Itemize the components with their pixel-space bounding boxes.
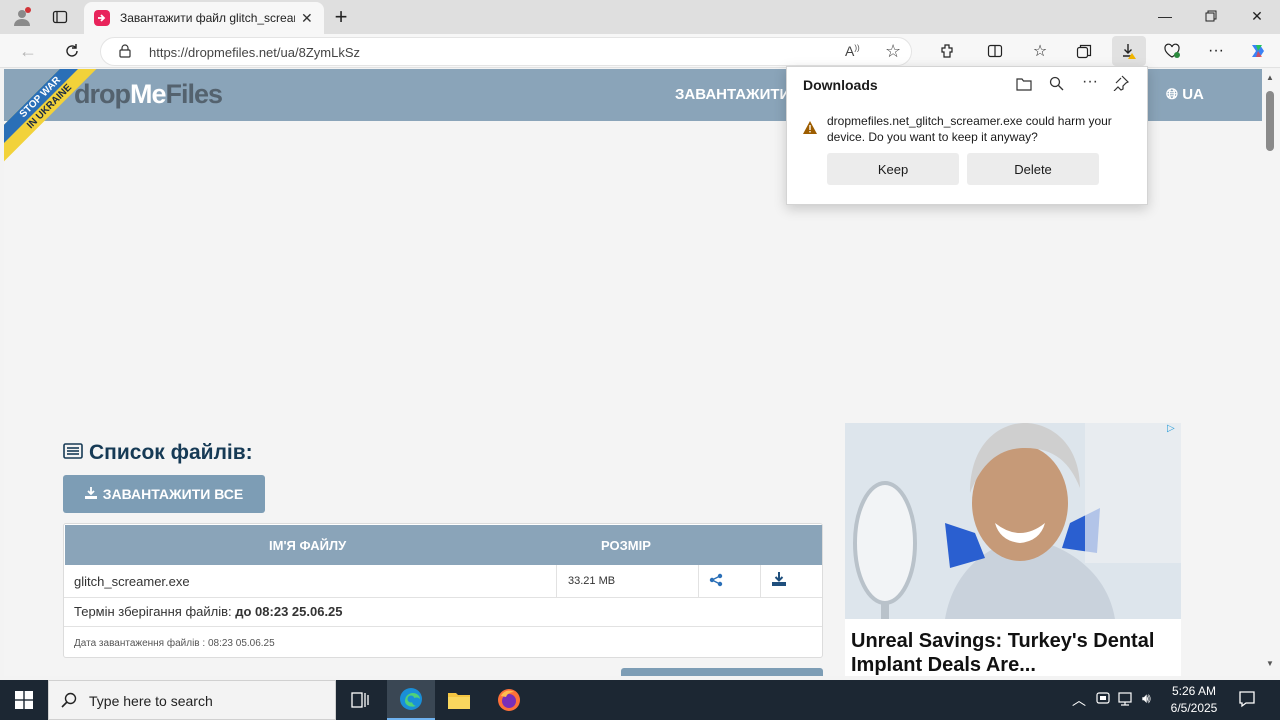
more-options-icon[interactable]: ··· [1082,73,1098,91]
start-windows-icon[interactable] [0,680,48,720]
delete-button[interactable]: Delete [967,153,1099,185]
taskbar-search[interactable]: Type here to search [48,680,336,720]
restore-icon[interactable] [1188,0,1234,32]
file-table-header: ІМ'Я ФАЙЛУ РОЗМІР [65,525,822,565]
keep-button[interactable]: Keep [827,153,959,185]
url-text[interactable]: https://dropmefiles.net/ua/8ZymLkSz [149,45,360,60]
browser-titlebar: Завантажити файл glitch_screamer.exe ✕ +… [0,0,1280,34]
browser-tab[interactable]: Завантажити файл glitch_screamer.exe ✕ [84,2,324,34]
refresh-icon[interactable] [58,37,86,65]
show-hidden-icons[interactable]: ︿ [1072,690,1086,710]
browser-toolbar: ← https://dropmefiles.net/ua/8ZymLkSz A)… [0,34,1280,68]
tab-actions-icon[interactable] [46,4,74,30]
split-screen-icon[interactable] [981,37,1009,65]
extensions-icon[interactable] [933,37,961,65]
browser-essentials-icon[interactable] [1158,37,1186,65]
scroll-up-icon[interactable]: ▲ [1266,73,1274,82]
downloads-title: Downloads [803,77,878,93]
security-tray-icon[interactable] [1096,690,1110,711]
search-placeholder: Type here to search [89,693,213,709]
minimize-icon[interactable]: — [1142,0,1188,32]
page-scrollbar[interactable]: ▲ ▼ [1262,69,1280,676]
volume-icon[interactable]: 🔊︎ [1142,690,1151,707]
logo-me: Me [130,79,167,109]
storage-term-value: до 08:23 25.06.25 [235,604,343,619]
system-clock[interactable]: 5:26 AM 6/5/2025 [1166,683,1222,717]
downloads-warning-icon[interactable] [1112,36,1146,66]
firefox-icon[interactable] [485,680,533,720]
file-table: ІМ'Я ФАЙЛУ РОЗМІР glitch_screamer.exe 33… [63,523,823,658]
favorites-icon[interactable]: ☆ [1026,37,1054,65]
scroll-down-icon[interactable]: ▼ [1266,659,1274,668]
tab-title: Завантажити файл glitch_screamer.exe [120,11,295,25]
search-icon [61,692,77,713]
open-folder-icon[interactable] [1016,77,1032,96]
col-size-header: РОЗМІР [601,538,651,553]
list-icon [63,441,83,465]
globe-icon: 🌐︎ [1166,86,1179,103]
file-list-heading: Список файлів: [63,441,253,465]
logo-files: Files [165,79,224,109]
file-size: 33.21 MB [568,575,616,587]
download-warning-message: dropmefiles.net_glitch_screamer.exe coul… [827,114,1112,144]
download-icon [84,486,97,502]
dropmefiles-favicon-icon [94,10,110,26]
language-label: UA [1182,86,1204,103]
ad-choices-icon[interactable]: ▷ [1167,423,1175,434]
logo-drop: drop [74,79,131,109]
col-name-header: ІМ'Я ФАЙЛУ [269,538,347,553]
task-view-icon[interactable] [336,680,384,720]
windows-taskbar: Type here to search ︿ 🔊︎ 5:26 AM 6/5/202… [0,680,1280,720]
back-icon[interactable]: ← [14,37,42,65]
download-all-button[interactable]: ЗАВАНТАЖИТИ ВСЕ [63,475,265,513]
file-name[interactable]: glitch_screamer.exe [74,574,190,589]
file-explorer-icon[interactable] [435,680,483,720]
ad-headline[interactable]: Unreal Savings: Turkey's Dental Implant … [851,629,1181,676]
language-selector[interactable]: 🌐︎ UA [1166,86,1204,103]
download-all-label: ЗАВАНТАЖИТИ ВСЕ [102,486,244,502]
close-tab-icon[interactable]: ✕ [301,10,313,27]
clock-date: 6/5/2025 [1170,701,1218,715]
nav-upload-link[interactable]: ЗАВАНТАЖИТИ [675,86,790,103]
copilot-icon[interactable] [1244,37,1272,65]
new-tab-icon[interactable]: + [327,4,355,30]
network-icon[interactable] [1118,691,1136,712]
scrollbar-thumb[interactable] [1266,91,1274,151]
downloads-panel: Downloads ··· dropmefiles.net_glitch_scr… [786,66,1148,205]
profile-icon[interactable] [8,4,36,30]
close-window-icon[interactable]: ✕ [1234,0,1280,32]
edge-taskbar-icon[interactable] [387,680,435,720]
share-icon[interactable] [709,573,723,592]
favorite-star-icon[interactable]: ☆ [885,41,901,62]
clock-time: 5:26 AM [1171,684,1217,698]
settings-more-icon[interactable]: ··· [1202,37,1230,65]
ad-image [845,423,1181,621]
search-downloads-icon[interactable] [1049,76,1064,96]
dropmefiles-logo[interactable]: dropMeFiles [74,79,224,110]
upload-date: Дата завантаження файлів : 08:23 05.06.2… [74,638,275,649]
lock-icon[interactable] [119,44,131,63]
file-list-title: Список файлів: [89,441,253,464]
address-bar[interactable]: https://dropmefiles.net/ua/8ZymLkSz A)) … [100,37,912,66]
storage-term-label: Термін зберігання файлів: [74,604,232,619]
pin-icon[interactable] [1113,75,1130,96]
notifications-icon[interactable] [1238,690,1256,713]
advertisement[interactable]: ▷ Unreal Savings: Turkey's Dental Implan… [845,423,1181,676]
storage-term: Термін зберігання файлів: до 08:23 25.06… [74,604,343,619]
warning-icon [803,121,817,139]
read-aloud-icon[interactable]: A)) [845,43,860,59]
partial-button[interactable] [621,668,823,676]
file-download-icon[interactable] [772,572,786,591]
collections-icon[interactable] [1070,37,1098,65]
